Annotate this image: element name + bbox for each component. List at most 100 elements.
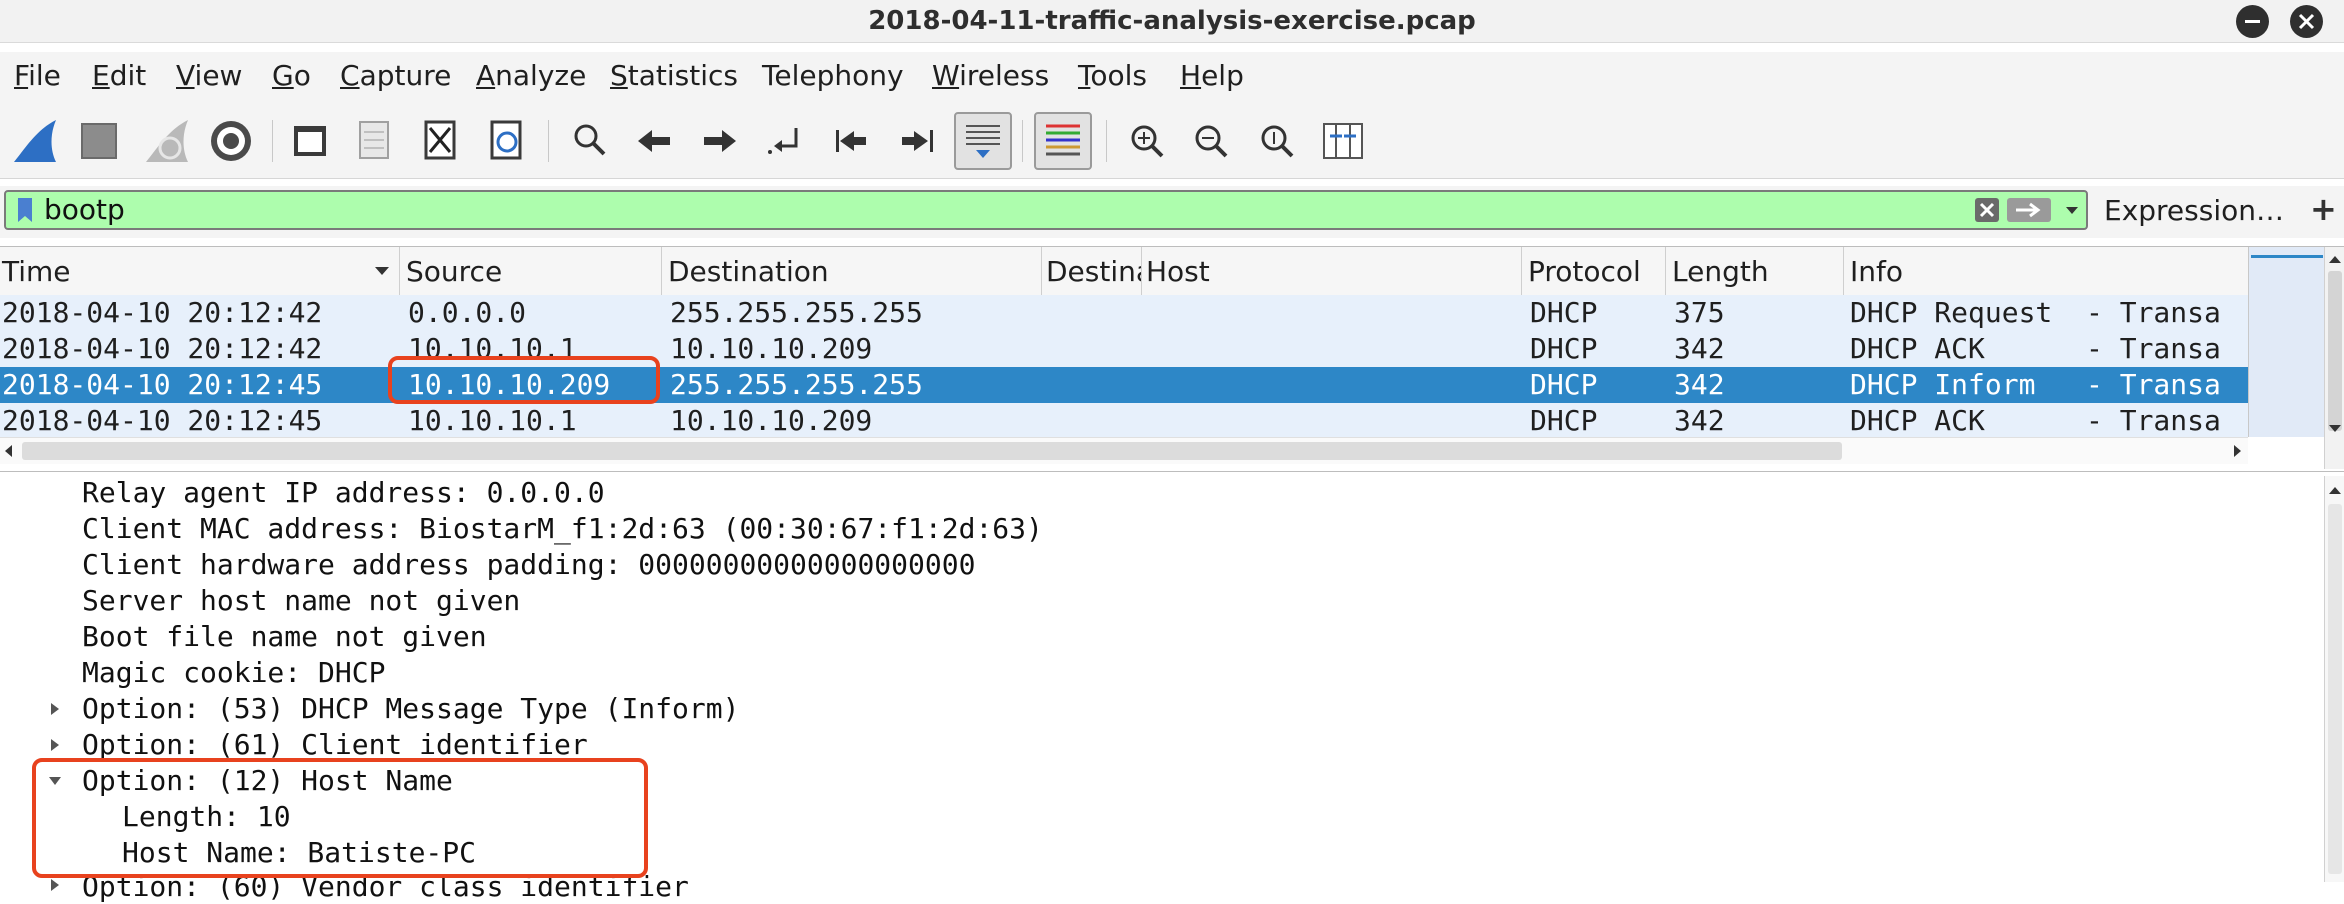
detail-line[interactable]: Option: (61) Client identifier	[82, 728, 588, 762]
reload-file-button[interactable]	[478, 112, 536, 170]
chevron-down-icon[interactable]	[2060, 195, 2084, 225]
menu-analyze[interactable]: Analyze	[476, 58, 586, 94]
restart-capture-button[interactable]	[138, 112, 196, 170]
horizontal-scroll-thumb[interactable]	[22, 442, 1842, 460]
close-file-button[interactable]	[412, 112, 470, 170]
normal-size-button[interactable]	[1248, 112, 1306, 170]
highlight-source-ip	[388, 356, 660, 404]
menu-statistics[interactable]: Statistics	[610, 58, 738, 94]
close-file-icon	[424, 120, 456, 160]
resize-columns-icon	[1323, 123, 1363, 159]
folder-icon	[294, 126, 326, 156]
vertical-scroll-thumb[interactable]	[2328, 271, 2342, 431]
find-packet-button[interactable]	[562, 112, 620, 170]
first-packet-icon	[836, 130, 866, 152]
detail-line[interactable]: Magic cookie: DHCP	[82, 656, 385, 690]
packet-row[interactable]: 2018-04-10 20:12:42 10.10.10.1 10.10.10.…	[0, 331, 2248, 367]
reload-icon	[490, 120, 522, 160]
last-packet-icon	[902, 130, 933, 152]
detail-line[interactable]: Option: (53) DHCP Message Type (Inform)	[82, 692, 739, 726]
first-packet-button[interactable]	[822, 112, 880, 170]
save-icon	[359, 121, 389, 159]
details-vertical-scrollbar[interactable]	[2324, 476, 2344, 882]
packet-list-header: Time Source Destination Destina Host Pro…	[0, 247, 2248, 296]
close-window-button[interactable]	[2290, 5, 2323, 38]
capture-options-button[interactable]	[202, 112, 260, 170]
packet-row[interactable]: 2018-04-10 20:12:45 10.10.10.1 10.10.10.…	[0, 403, 2248, 437]
vertical-scroll-thumb[interactable]	[2328, 504, 2342, 874]
zoom-in-button[interactable]	[1118, 112, 1176, 170]
packet-list-vertical-scrollbar[interactable]	[2324, 247, 2344, 469]
last-packet-button[interactable]	[888, 112, 946, 170]
jump-icon	[768, 128, 798, 154]
restart-icon	[146, 120, 188, 162]
display-filter-input[interactable]: bootp	[4, 190, 2088, 230]
scroll-right-icon[interactable]	[2226, 438, 2246, 464]
clear-filter-icon[interactable]	[1972, 195, 2002, 225]
expression-button[interactable]: Expression…	[2104, 194, 2284, 227]
colorize-button[interactable]	[1034, 112, 1092, 170]
menu-view[interactable]: View	[176, 58, 242, 94]
packet-minimap[interactable]	[2248, 247, 2325, 437]
filter-value: bootp	[44, 193, 125, 226]
detail-line[interactable]: Server host name not given	[82, 584, 520, 618]
apply-filter-icon[interactable]	[2006, 195, 2052, 225]
column-header-length[interactable]: Length	[1666, 247, 1844, 295]
menu-tools[interactable]: Tools	[1078, 58, 1147, 94]
scroll-down-icon[interactable]	[2325, 419, 2344, 439]
zoom-in-icon	[1131, 125, 1164, 158]
expand-arrow-icon[interactable]	[48, 738, 62, 752]
expand-arrow-icon[interactable]	[48, 702, 62, 716]
menu-bar: File Edit View Go Capture Analyze Statis…	[0, 52, 2344, 102]
packet-list: Time Source Destination Destina Host Pro…	[0, 246, 2344, 472]
search-icon	[574, 124, 606, 156]
auto-scroll-button[interactable]	[954, 112, 1012, 170]
column-header-protocol[interactable]: Protocol	[1522, 247, 1666, 295]
minimap-marker	[2251, 255, 2323, 258]
stop-capture-button[interactable]	[72, 112, 130, 170]
column-header-source[interactable]: Source	[400, 247, 662, 295]
open-file-button[interactable]	[282, 112, 340, 170]
minimize-button[interactable]	[2236, 5, 2269, 38]
detail-line[interactable]: Client MAC address: BiostarM_f1:2d:63 (0…	[82, 512, 1043, 546]
go-back-button[interactable]	[626, 112, 684, 170]
display-filter-bar: bootp Expression… +	[0, 186, 2344, 238]
scroll-left-icon[interactable]	[0, 438, 20, 464]
colorize-icon	[1046, 124, 1080, 156]
bookmark-icon[interactable]	[12, 192, 42, 228]
menu-go[interactable]: Go	[272, 58, 311, 94]
menu-capture[interactable]: Capture	[340, 58, 451, 94]
detail-line[interactable]: Client hardware address padding: 0000000…	[82, 548, 975, 582]
save-file-button[interactable]	[346, 112, 404, 170]
gear-icon	[211, 121, 251, 161]
scroll-up-icon[interactable]	[2325, 249, 2344, 269]
scroll-up-icon[interactable]	[2325, 480, 2344, 500]
highlight-host-name-option	[32, 758, 648, 878]
menu-edit[interactable]: Edit	[92, 58, 146, 94]
minimize-icon	[2245, 20, 2260, 23]
column-header-time[interactable]: Time	[0, 247, 400, 295]
menu-telephony[interactable]: Telephony	[762, 58, 904, 94]
expand-arrow-icon[interactable]	[48, 878, 62, 892]
column-header-info[interactable]: Info	[1844, 247, 2248, 295]
add-filter-button[interactable]: +	[2310, 190, 2337, 228]
packet-row[interactable]: 2018-04-10 20:12:42 0.0.0.0 255.255.255.…	[0, 295, 2248, 331]
detail-line[interactable]: Boot file name not given	[82, 620, 487, 654]
zoom-out-icon	[1195, 125, 1228, 158]
zoom-reset-icon	[1261, 125, 1294, 158]
zoom-out-button[interactable]	[1182, 112, 1240, 170]
go-forward-button[interactable]	[690, 112, 748, 170]
menu-wireless[interactable]: Wireless	[932, 58, 1049, 94]
packet-row-selected[interactable]: 2018-04-10 20:12:45 10.10.10.209 255.255…	[0, 367, 2248, 403]
go-to-packet-button[interactable]	[756, 112, 814, 170]
resize-columns-button[interactable]	[1314, 112, 1372, 170]
detail-line[interactable]: Relay agent IP address: 0.0.0.0	[82, 476, 605, 510]
column-header-destina[interactable]: Destina	[1042, 247, 1142, 295]
menu-file[interactable]: File	[14, 58, 61, 94]
column-header-destination[interactable]: Destination	[662, 247, 1042, 295]
arrow-left-icon	[638, 130, 670, 152]
column-header-host[interactable]: Host	[1142, 247, 1522, 295]
start-capture-button[interactable]	[6, 112, 64, 170]
packet-list-horizontal-scrollbar[interactable]	[0, 437, 2248, 464]
menu-help[interactable]: Help	[1180, 58, 1244, 94]
